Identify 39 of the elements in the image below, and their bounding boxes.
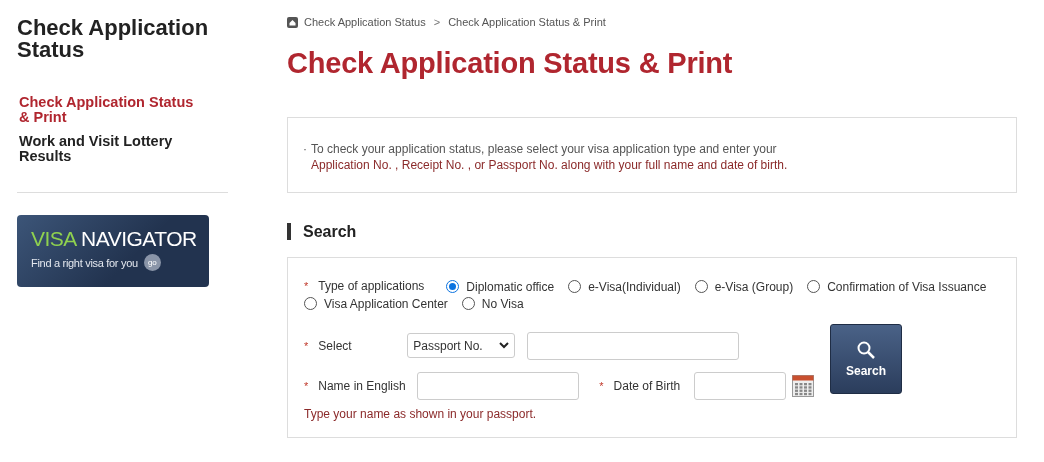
id-type-select[interactable]: Passport No. xyxy=(407,333,516,359)
radio-option[interactable]: Confirmation of Visa Issuance xyxy=(807,278,987,295)
notice-text: To check your application status, please select your visa application type and enter your xyxy=(311,141,777,157)
name-hint: Type your name as shown in your passport. xyxy=(304,406,538,421)
breadcrumb-link[interactable]: Check Application Status xyxy=(304,16,426,28)
go-badge: go xyxy=(143,254,161,271)
visa-navigator-banner[interactable]: VISA NAVIGATOR Find a right visa for you go xyxy=(17,215,209,287)
required-mark: * xyxy=(304,339,309,352)
number-field[interactable] xyxy=(527,331,740,360)
calendar-icon[interactable] xyxy=(791,374,814,397)
banner-subtitle: Find a right visa for you xyxy=(31,256,138,269)
required-mark: * xyxy=(599,379,604,392)
breadcrumb-separator: > xyxy=(433,16,441,28)
search-icon xyxy=(856,339,876,360)
radio-option[interactable]: No Visa xyxy=(461,295,524,312)
bullet: · xyxy=(303,141,307,157)
page-title: Check Application Status & Print xyxy=(287,47,734,80)
sidebar-link[interactable]: Check Application Status & Print xyxy=(17,95,202,125)
search-button[interactable]: Search xyxy=(830,323,902,394)
name-field[interactable] xyxy=(417,371,580,400)
breadcrumb-link[interactable]: Check Application Status & Print xyxy=(448,16,606,28)
radio-option[interactable]: e-Visa (Group) xyxy=(694,278,794,295)
notice-text: Application No. , Receipt No. , or Passport No. along with your full name and date of birth. xyxy=(310,157,789,173)
radio-option[interactable]: Diplomatic office xyxy=(446,278,555,295)
radio-option[interactable]: e-Visa(Individual) xyxy=(568,278,681,295)
section-title: Search xyxy=(287,223,1017,240)
home-icon[interactable] xyxy=(287,16,298,28)
sidebar-link[interactable]: Work and Visit Lottery Results xyxy=(17,134,202,164)
field-label: Select xyxy=(318,338,353,353)
field-label: Date of Birth xyxy=(613,378,682,393)
banner-title: VISA NAVIGATOR xyxy=(31,227,198,251)
field-label: Name in English xyxy=(318,378,407,393)
field-label: Type of applications xyxy=(318,279,425,293)
date-field[interactable] xyxy=(693,371,786,400)
chevron-down-icon[interactable] xyxy=(499,342,510,350)
sidebar-title: Check Application Status xyxy=(17,17,210,61)
required-mark: * xyxy=(304,379,309,392)
required-mark: * xyxy=(304,280,309,292)
radio-option[interactable]: Visa Application Center xyxy=(304,295,448,312)
